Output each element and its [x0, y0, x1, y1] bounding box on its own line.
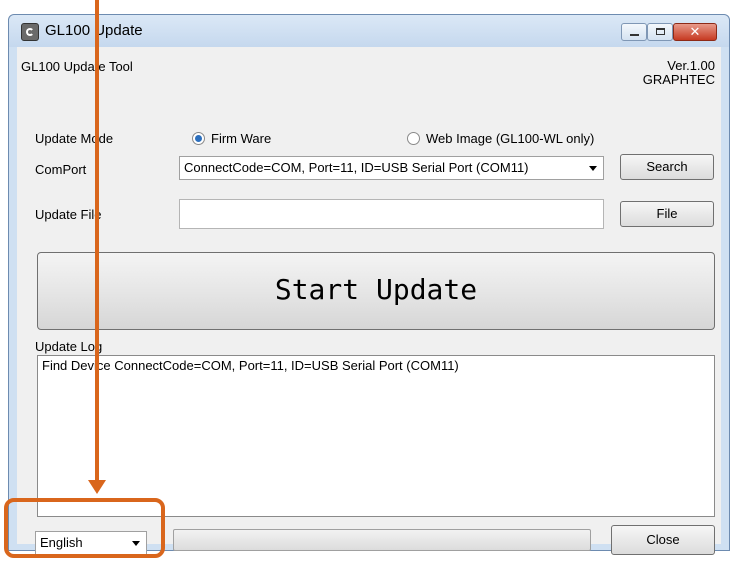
update-file-input[interactable] — [179, 199, 604, 229]
annotation-arrow-head — [88, 480, 106, 494]
title-bar[interactable]: GL100 Update ✕ — [9, 15, 729, 47]
chevron-down-icon — [589, 166, 597, 171]
version-label: Ver.1.00 — [667, 58, 715, 73]
update-mode-label: Update Mode — [35, 131, 114, 146]
file-button[interactable]: File — [620, 201, 714, 227]
update-log-area[interactable]: Find Device ConnectCode=COM, Port=11, ID… — [37, 355, 715, 517]
start-update-button[interactable]: Start Update — [37, 252, 715, 330]
version-block: Ver.1.00 GRAPHTEC — [643, 59, 715, 87]
app-name-label: GL100 Update Tool — [21, 59, 133, 74]
window-title: GL100 Update — [45, 22, 143, 39]
update-log-label: Update Log — [35, 339, 103, 354]
app-icon[interactable] — [21, 23, 39, 41]
web-image-radio-label[interactable]: Web Image (GL100-WL only) — [426, 131, 594, 146]
annotation-highlight-box — [4, 498, 165, 558]
close-icon: ✕ — [689, 24, 701, 39]
company-label: GRAPHTEC — [642, 72, 715, 87]
progress-bar — [173, 529, 591, 551]
log-line: Find Device ConnectCode=COM, Port=11, ID… — [42, 358, 459, 373]
comport-label: ComPort — [35, 162, 87, 177]
web-image-radio[interactable] — [407, 132, 420, 145]
annotation-arrow-line — [95, 0, 99, 484]
client-area: GL100 Update Tool Ver.1.00 GRAPHTEC Upda… — [17, 47, 721, 555]
minimize-button[interactable] — [621, 23, 647, 41]
close-button[interactable]: Close — [611, 525, 715, 555]
firmware-radio[interactable] — [192, 132, 205, 145]
firmware-radio-label[interactable]: Firm Ware — [211, 131, 271, 146]
comport-value: ConnectCode=COM, Port=11, ID=USB Serial … — [184, 160, 529, 175]
update-file-label: Update File — [35, 207, 102, 222]
comport-select[interactable]: ConnectCode=COM, Port=11, ID=USB Serial … — [179, 156, 604, 180]
search-button[interactable]: Search — [620, 154, 714, 180]
maximize-button[interactable] — [647, 23, 673, 41]
close-window-button[interactable]: ✕ — [673, 23, 717, 41]
app-window: GL100 Update ✕ GL100 Update Tool Ver.1.0… — [8, 14, 730, 555]
